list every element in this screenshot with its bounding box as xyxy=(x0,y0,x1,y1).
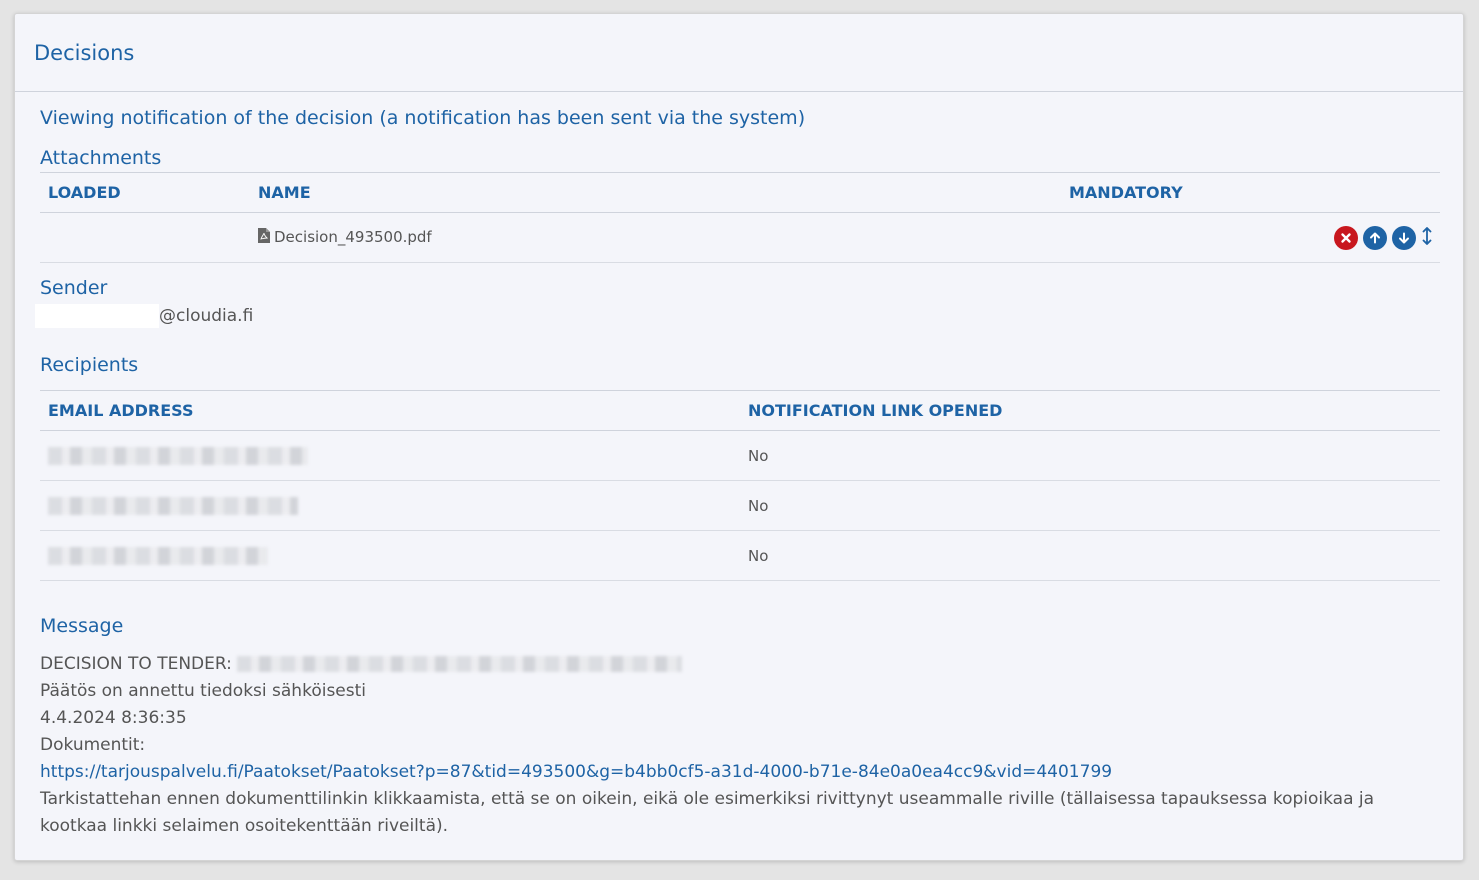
attachment-file-link[interactable]: Decision_493500.pdf xyxy=(274,228,432,246)
arrow-up-circle-icon[interactable] xyxy=(1363,225,1387,250)
panel-title: Decisions xyxy=(34,40,135,65)
recipient-row: No xyxy=(40,480,1440,531)
attachments-header-row: LOADED NAME MANDATORY xyxy=(40,172,1440,213)
recipient-email-cell xyxy=(40,430,740,481)
redacted-email xyxy=(48,546,268,565)
notification-title: Viewing notification of the decision (a … xyxy=(40,107,806,129)
decisions-panel: Decisions Viewing notification of the de… xyxy=(14,13,1464,861)
attachments-table: LOADED NAME MANDATORY Decision_493500.pd… xyxy=(40,172,1440,263)
column-header-name[interactable]: NAME xyxy=(250,172,1061,213)
recipients-table: EMAIL ADDRESS NOTIFICATION LINK OPENED N… xyxy=(40,390,1440,581)
recipients-heading: Recipients xyxy=(40,354,139,376)
message-documents-label: Dokumentit: xyxy=(40,735,146,755)
recipients-header-row: EMAIL ADDRESS NOTIFICATION LINK OPENED xyxy=(40,390,1440,431)
attachment-name-cell: Decision_493500.pdf xyxy=(250,212,1061,263)
recipient-email-cell xyxy=(40,480,740,531)
message-body: DECISION TO TENDER: Päätös on annettu ti… xyxy=(40,651,1440,840)
message-tender-line: DECISION TO TENDER: xyxy=(40,651,1440,678)
recipient-opened-cell: No xyxy=(740,530,1440,581)
recipient-row: No xyxy=(40,530,1440,581)
redacted-email xyxy=(48,446,308,465)
redacted-sender-name xyxy=(35,304,159,328)
arrow-down-circle-icon[interactable] xyxy=(1392,225,1416,250)
attachment-row: Decision_493500.pdf xyxy=(40,212,1440,263)
attachments-heading: Attachments xyxy=(40,147,162,169)
recipient-opened-cell: No xyxy=(740,430,1440,481)
sender-email-domain: @cloudia.fi xyxy=(159,306,254,326)
message-heading: Message xyxy=(40,615,124,637)
attachment-actions-cell xyxy=(1304,212,1440,263)
column-header-link-opened[interactable]: NOTIFICATION LINK OPENED xyxy=(740,390,1440,431)
redacted-tender-name xyxy=(237,656,683,672)
column-header-mandatory[interactable]: MANDATORY xyxy=(1061,172,1304,213)
sender-heading: Sender xyxy=(40,277,108,299)
panel-header: Decisions xyxy=(15,14,1463,92)
message-document-link[interactable]: https://tarjouspalvelu.fi/Paatokset/Paat… xyxy=(40,762,1112,782)
message-date: 4.4.2024 8:36:35 xyxy=(40,708,187,728)
remove-circle-icon[interactable] xyxy=(1334,225,1358,250)
message-line: Päätös on annettu tiedoksi sähköisesti xyxy=(40,681,367,701)
attachment-mandatory-cell xyxy=(1061,212,1304,263)
message-tender-label: DECISION TO TENDER: xyxy=(40,654,232,674)
column-header-email[interactable]: EMAIL ADDRESS xyxy=(40,390,740,431)
recipient-row: No xyxy=(40,430,1440,481)
column-header-actions xyxy=(1304,172,1440,213)
attachment-loaded-cell xyxy=(40,212,250,263)
message-note: Tarkistattehan ennen dokumenttilinkin kl… xyxy=(40,789,1375,836)
recipient-email-cell xyxy=(40,530,740,581)
column-header-loaded[interactable]: LOADED xyxy=(40,172,250,213)
redacted-email xyxy=(48,496,298,515)
recipient-opened-cell: No xyxy=(740,480,1440,531)
sender-email: @cloudia.fi xyxy=(35,304,253,328)
pdf-file-icon xyxy=(258,228,270,247)
sort-vertical-icon[interactable] xyxy=(1422,226,1432,249)
